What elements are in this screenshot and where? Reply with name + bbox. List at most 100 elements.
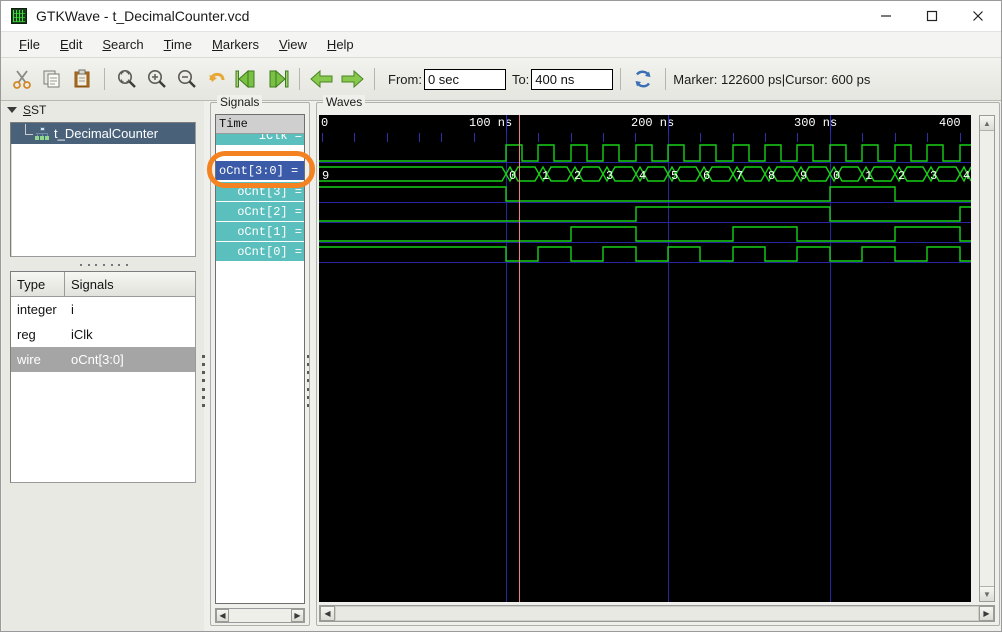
scroll-down-icon[interactable]: ▼ (980, 586, 994, 601)
go-start-button[interactable] (232, 64, 262, 94)
sst-header-mnemonic: S (23, 103, 32, 117)
menu-view-rest: iew (287, 37, 307, 52)
trace-ocnt0 (319, 246, 971, 262)
paste-button[interactable] (67, 64, 97, 94)
scroll-left-icon[interactable]: ◀ (320, 606, 335, 621)
cut-button[interactable] (7, 64, 37, 94)
menu-bar: File Edit Search Time Markers View Help (1, 32, 1001, 58)
signal-item-ocnt2[interactable]: oCnt[2] = (216, 202, 304, 222)
go-end-icon (269, 69, 289, 89)
go-end-button[interactable] (262, 64, 292, 94)
paste-icon (74, 69, 90, 88)
maximize-button[interactable] (909, 1, 955, 31)
copy-button[interactable] (37, 64, 67, 94)
bus-value: 5 (671, 169, 679, 183)
table-row[interactable]: reg iClk (11, 322, 195, 347)
table-header: Type Signals (11, 272, 195, 297)
bus-value: 2 (898, 169, 906, 183)
column-header-type[interactable]: Type (11, 272, 65, 296)
sst-header-rest: ST (31, 103, 47, 117)
scroll-left-icon[interactable]: ◀ (216, 609, 229, 622)
trace-iclk (319, 144, 971, 162)
pane-resize-grip[interactable] (80, 261, 128, 268)
signal-item-ocnt0[interactable]: oCnt[0] = (216, 242, 304, 262)
reload-icon (635, 70, 651, 88)
sst-tree[interactable]: t_DecimalCounter (10, 122, 196, 257)
signals-pane-legend: Signals (217, 95, 263, 109)
bus-value: 7 (736, 169, 744, 183)
copy-icon (43, 70, 60, 88)
scroll-track[interactable] (335, 606, 979, 621)
waves-vertical-scrollbar[interactable]: ▲ ▼ (979, 115, 995, 602)
menu-markers[interactable]: Markers (202, 34, 269, 55)
zoom-out-button[interactable] (172, 64, 202, 94)
signals-pane: Signals Time iClk = oCnt[3:0] = oCnt[3] … (210, 95, 310, 626)
scroll-track[interactable] (980, 131, 994, 586)
tree-node-t-decimalcounter[interactable]: t_DecimalCounter (11, 123, 195, 144)
menu-time[interactable]: Time (154, 34, 202, 55)
toolbar-separator-2 (299, 68, 300, 90)
chevron-down-icon (7, 107, 17, 113)
tree-node-label: t_DecimalCounter (54, 126, 159, 141)
from-input[interactable] (423, 68, 506, 90)
bus-value: 0 (833, 169, 841, 183)
menu-file-rest: ile (26, 37, 40, 52)
gtkwave-icon (11, 8, 27, 24)
menu-search[interactable]: Search (92, 34, 153, 55)
menu-markers-rest: arkers (222, 37, 259, 52)
scroll-up-icon[interactable]: ▲ (980, 116, 994, 131)
sst-panel: S ST t_DecimalCounter Type Signals integ… (2, 101, 204, 631)
zoom-fit-button[interactable] (112, 64, 142, 94)
menu-help[interactable]: Help (317, 34, 364, 55)
row-type: integer (17, 302, 57, 317)
scroll-right-icon[interactable]: ▶ (291, 609, 304, 622)
waveform-traces (319, 144, 971, 263)
splitter-left[interactable] (199, 351, 208, 411)
signal-name-list[interactable]: Time iClk = oCnt[3:0] = oCnt[3] = oCnt[2… (215, 114, 305, 604)
forward-arrow-icon (341, 69, 364, 89)
forward-button[interactable] (337, 64, 367, 94)
bus-value: 3 (930, 169, 938, 183)
scroll-track[interactable] (229, 609, 291, 622)
bus-value: 6 (703, 169, 711, 183)
zoom-undo-button[interactable] (202, 64, 232, 94)
reload-button[interactable] (628, 64, 658, 94)
toolbar: From: To: Marker: 122600 ps | Cursor: 60… (1, 58, 1001, 101)
trace-ocnt1 (319, 226, 971, 242)
to-label: To: (511, 71, 530, 87)
waves-pane-legend: Waves (323, 95, 366, 109)
table-row[interactable]: integer i (11, 297, 195, 322)
column-header-signals[interactable]: Signals (65, 272, 195, 296)
zoom-out-icon (178, 70, 196, 88)
signal-item-ocnt-bus[interactable]: oCnt[3:0] = (216, 161, 304, 181)
signals-horizontal-scrollbar[interactable]: ◀ ▶ (215, 608, 305, 623)
signal-item-ocnt1[interactable]: oCnt[1] = (216, 222, 304, 242)
signal-item-ocnt3[interactable]: oCnt[3] = (216, 182, 304, 202)
back-arrow-icon (310, 69, 333, 89)
wave-canvas[interactable]: 0 100 ns 200 ns 300 ns 400 9 0 1 2 3 4 5… (319, 115, 971, 602)
waves-horizontal-scrollbar[interactable]: ◀ ▶ (319, 605, 995, 622)
cursor-line[interactable] (519, 115, 520, 602)
bus-value-initial: 9 (322, 169, 330, 183)
toolbar-separator-1 (104, 68, 105, 90)
menu-file[interactable]: File (9, 34, 50, 55)
marker-status: Marker: 122600 ps (673, 71, 782, 87)
row-signal: oCnt[3:0] (71, 352, 124, 367)
bus-value: 4 (963, 169, 971, 183)
close-button[interactable] (955, 1, 1001, 31)
table-row[interactable]: wire oCnt[3:0] (11, 347, 195, 372)
signal-item-iclk[interactable]: iClk = (216, 134, 304, 146)
to-input[interactable] (531, 68, 614, 90)
sst-header[interactable]: S ST (2, 101, 204, 119)
trace-ocnt2 (319, 206, 971, 222)
zoom-fit-icon (118, 70, 136, 88)
cut-icon (13, 70, 31, 89)
menu-view[interactable]: View (269, 34, 317, 55)
back-button[interactable] (307, 64, 337, 94)
go-start-icon (235, 69, 255, 89)
zoom-in-button[interactable] (142, 64, 172, 94)
scroll-right-icon[interactable]: ▶ (979, 606, 994, 621)
menu-edit[interactable]: Edit (50, 34, 92, 55)
window-title: GTKWave - t_DecimalCounter.vcd (36, 8, 250, 24)
minimize-button[interactable] (863, 1, 909, 31)
